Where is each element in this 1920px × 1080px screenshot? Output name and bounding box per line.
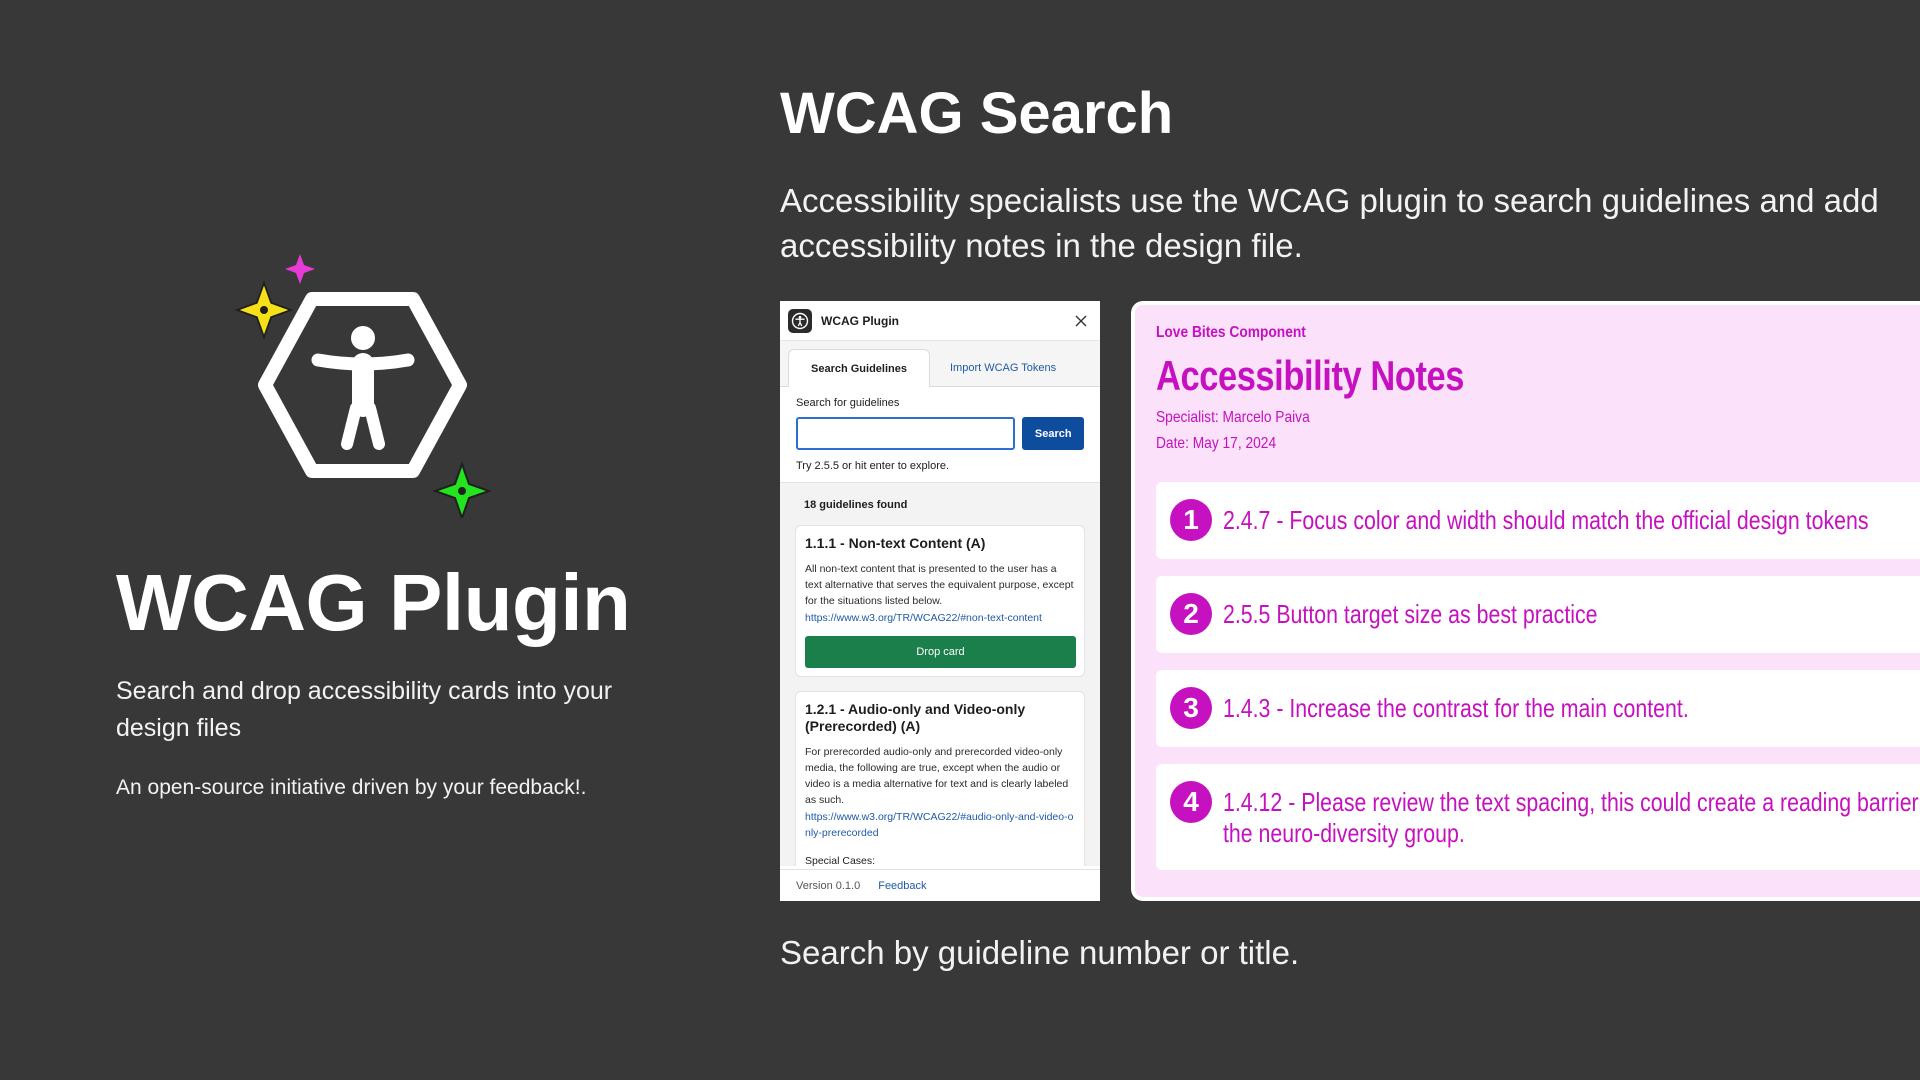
guideline-title: 1.2.1 - Audio-only and Video-only (Prere… xyxy=(805,701,1026,734)
search-area: Search for guidelines Search Try 2.5.5 o… xyxy=(780,387,1100,482)
note-item: 1 2.4.7 - Focus color and width should m… xyxy=(1156,482,1920,559)
note-text: 1.4.3 - Increase the contrast for the ma… xyxy=(1223,693,1689,723)
search-input[interactable] xyxy=(796,417,1016,450)
plugin-footer: Version 0.1.0 Feedback xyxy=(780,869,1100,901)
plugin-header: WCAG Plugin xyxy=(780,301,1100,341)
specialist-label: Specialist: Marcelo Paiva xyxy=(1156,409,1310,426)
section-caption: Search by guideline number or title. xyxy=(780,934,1300,971)
guideline-title: 1.1.1 - Non-text Content (A) xyxy=(805,535,986,551)
section-title: WCAG Search xyxy=(780,81,1174,146)
close-icon[interactable] xyxy=(1072,312,1090,330)
hero-title: WCAG Plugin xyxy=(116,558,631,647)
search-button[interactable]: Search xyxy=(1022,417,1084,450)
tab-import-wcag-tokens[interactable]: Import WCAG Tokens xyxy=(936,349,1070,386)
note-number-badge: 2 xyxy=(1170,593,1212,635)
accessibility-hexagon-logo xyxy=(234,254,492,518)
tab-search-guidelines[interactable]: Search Guidelines xyxy=(788,349,930,387)
note-item: 3 1.4.3 - Increase the contrast for the … xyxy=(1156,670,1920,747)
hero-note: An open-source initiative driven by your… xyxy=(116,776,587,799)
note-text: 2.4.7 - Focus color and width should mat… xyxy=(1223,505,1869,535)
note-number-badge: 4 xyxy=(1170,781,1212,823)
results-list[interactable]: 18 guidelines found 1.1.1 - Non-text Con… xyxy=(780,482,1100,866)
sparkle-icon xyxy=(285,254,315,284)
plugin-window: WCAG Plugin Search Guidelines Import WCA… xyxy=(780,301,1100,901)
note-number-badge: 3 xyxy=(1170,687,1212,729)
feedback-link[interactable]: Feedback xyxy=(878,880,926,892)
note-number-badge: 1 xyxy=(1170,499,1212,541)
note-item: 2 2.5.5 Button target size as best pract… xyxy=(1156,576,1920,653)
note-text: the neuro-diversity group. xyxy=(1223,818,1465,848)
guideline-description: For prerecorded audio-only and prerecord… xyxy=(805,746,1069,806)
hero-subtitle: Search and drop accessibility cards into… xyxy=(116,677,613,742)
guideline-card: 1.1.1 - Non-text Content (A) All non-tex… xyxy=(795,525,1085,677)
guideline-link[interactable]: https://www.w3.org/TR/WCAG22/#audio-only… xyxy=(805,809,1076,841)
section-description: Accessibility specialists use the WCAG p… xyxy=(780,182,1879,264)
notes-title: Accessibility Notes xyxy=(1156,352,1465,399)
note-item: 4 1.4.12 - Please review the text spacin… xyxy=(1156,764,1920,870)
search-label: Search for guidelines xyxy=(796,397,900,409)
date-label: Date: May 17, 2024 xyxy=(1156,435,1277,452)
version-label: Version 0.1.0 xyxy=(796,879,861,892)
drop-card-button[interactable]: Drop card xyxy=(805,636,1076,668)
search-hint: Try 2.5.5 or hit enter to explore. xyxy=(796,460,950,472)
accessibility-notes-panel: Love Bites Component Accessibility Notes… xyxy=(1131,301,1920,901)
component-name: Love Bites Component xyxy=(1156,324,1306,341)
guideline-description: All non-text content that is presented t… xyxy=(805,563,1074,607)
guideline-card: 1.2.1 - Audio-only and Video-only (Prere… xyxy=(795,691,1085,866)
guideline-link[interactable]: https://www.w3.org/TR/WCAG22/#non-text-c… xyxy=(805,610,1076,626)
plugin-title: WCAG Plugin xyxy=(821,313,899,328)
results-count: 18 guidelines found xyxy=(804,499,908,511)
note-text: 1.4.12 - Please review the text spacing,… xyxy=(1223,787,1920,817)
note-text: 2.5.5 Button target size as best practic… xyxy=(1223,599,1598,629)
special-cases-label: Special Cases: xyxy=(805,855,876,866)
accessibility-app-icon xyxy=(788,308,812,333)
plugin-tabs: Search Guidelines Import WCAG Tokens xyxy=(780,341,1100,387)
